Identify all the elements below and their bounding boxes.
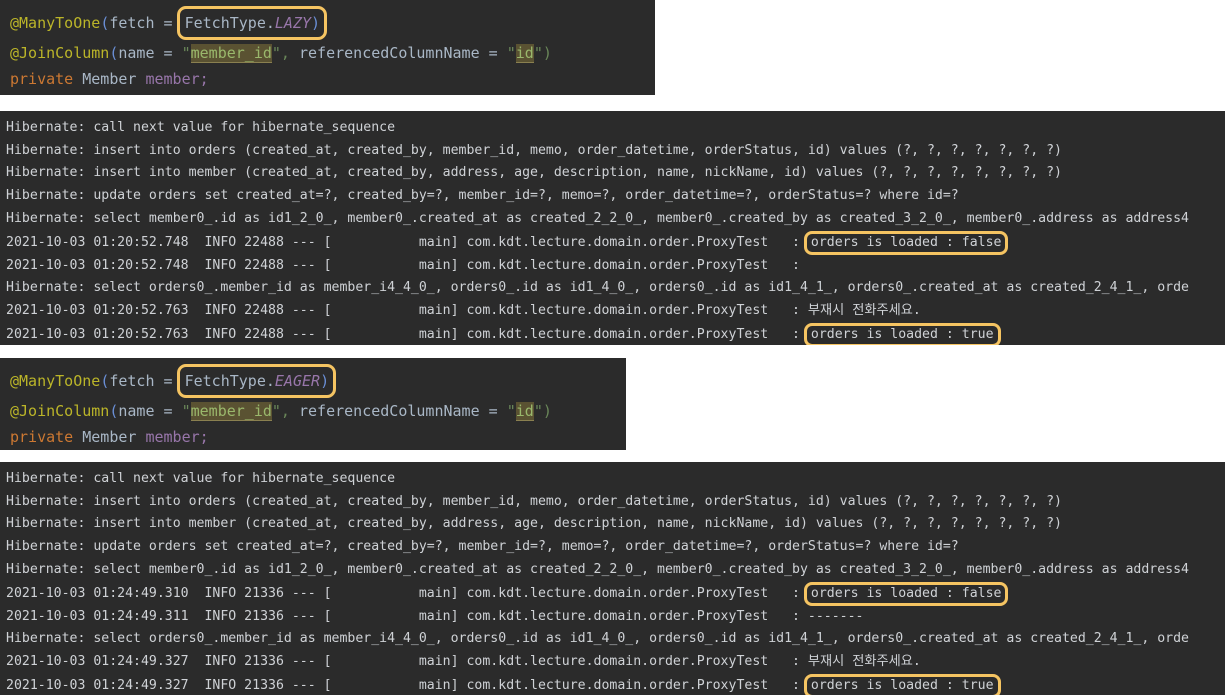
string-mid-token: ", [271,402,299,420]
param-token: referencedColumnName [299,44,480,62]
log-prefix: 2021-10-03 01:20:52.748 INFO 22488 --- [… [6,234,808,250]
annotation-token: @ManyToOne [10,14,101,32]
status-highlight-orders-loaded-false: orders is loaded : false [803,230,1009,255]
paren-token: ) [311,14,321,32]
code-block-lazy: @ManyToOne(fetch = FetchType.LAZY) @Join… [0,0,655,95]
code-line-joincolumn-eager: @JoinColumn(name = "member_id", referenc… [0,398,626,424]
code-line-joincolumn-lazy: @JoinColumn(name = "member_id", referenc… [0,40,655,66]
code-line-field-eager: private Member member; [0,424,626,450]
quote-token: " [181,44,191,62]
keyword-token: private [10,70,74,88]
log-line: Hibernate: call next value for hibernate… [6,120,396,135]
type-token: Member [82,428,137,446]
dot-token: . [265,14,275,32]
type-token: Member [82,70,137,88]
paren-token: ) [320,372,330,390]
log-line: Hibernate: insert into orders (created_a… [6,142,1062,158]
log-prefix: 2021-10-03 01:20:52.763 INFO 22488 --- [… [6,302,808,318]
param-token: name [118,44,155,62]
log-line: Hibernate: insert into member (created_a… [6,165,1062,181]
string-tail-token: ") [533,44,552,62]
keyword-token: private [10,428,74,446]
string-highlight-member-id: member_id [190,44,272,63]
highlight-callout-eager: FetchType.EAGER) [176,364,337,398]
console-output-lazy[interactable]: Hibernate: call next value for hibernate… [0,111,1225,345]
code-block-eager: @ManyToOne(fetch = FetchType.EAGER) @Joi… [0,358,626,450]
string-highlight-id: id [515,44,534,63]
log-line: Hibernate: update orders set created_at=… [6,539,959,555]
screenshot-root: @ManyToOne(fetch = FetchType.LAZY) @Join… [0,0,1225,695]
operator-token: = [479,402,507,420]
param-token: fetch [109,14,155,32]
string-tail-token: ") [533,402,552,420]
param-token: fetch [109,372,155,390]
status-highlight-orders-loaded-false: orders is loaded : false [803,581,1009,606]
log-message-korean: 부재시 전화주세요. [807,302,921,318]
log-prefix: 2021-10-03 01:20:52.748 INFO 22488 --- [… [6,257,808,273]
quote-token: " [181,402,191,420]
code-line-manytoone-lazy: @ManyToOne(fetch = FetchType.LAZY) [0,6,655,40]
log-prefix: 2021-10-03 01:24:49.311 INFO 21336 --- [… [6,608,808,624]
paren-token: ( [100,372,110,390]
log-prefix: 2021-10-03 01:24:49.327 INFO 21336 --- [… [6,653,808,669]
dot-token: . [265,372,275,390]
log-prefix: 2021-10-03 01:20:52.763 INFO 22488 --- [… [6,326,808,342]
log-message-korean: 부재시 전화주세요. [807,653,921,669]
log-line: Hibernate: select member0_.id as id1_2_0… [6,210,1189,226]
log-line: 2021-10-03 01:20:52.748 INFO 22488 --- [… [0,255,1225,278]
log-line-highlighted: 2021-10-03 01:24:49.327 INFO 21336 --- [… [0,673,1225,695]
log-line: 2021-10-03 01:20:52.763 INFO 22488 --- [… [0,300,1225,323]
code-line-field-lazy: private Member member; [0,66,655,92]
field-token: member; [145,428,209,446]
code-line-manytoone-eager: @ManyToOne(fetch = FetchType.EAGER) [0,364,626,398]
log-line: Hibernate: insert into member (created_a… [6,516,1062,532]
log-line-highlighted: 2021-10-03 01:20:52.748 INFO 22488 --- [… [0,230,1225,255]
param-token: name [118,402,155,420]
log-line-highlighted: 2021-10-03 01:24:49.310 INFO 21336 --- [… [0,581,1225,606]
param-token: referencedColumnName [299,402,480,420]
log-separator: ------- [807,608,864,624]
string-highlight-member-id: member_id [190,402,272,421]
class-token: FetchType [184,372,266,390]
constant-token: LAZY [274,14,312,32]
log-line-highlighted: 2021-10-03 01:20:52.763 INFO 22488 --- [… [0,322,1225,345]
highlight-callout-lazy: FetchType.LAZY) [176,6,328,40]
quote-token: " [506,44,516,62]
operator-token: = [479,44,507,62]
paren-token: ( [100,14,110,32]
log-line: Hibernate: call next value for hibernate… [6,471,396,486]
operator-token: = [154,44,182,62]
annotation-token: @ManyToOne [10,372,101,390]
log-line: Hibernate: select orders0_.member_id as … [6,280,1189,296]
log-line: Hibernate: update orders set created_at=… [6,188,959,204]
quote-token: " [506,402,516,420]
console-output-eager[interactable]: Hibernate: call next value for hibernate… [0,462,1225,695]
string-highlight-id: id [515,402,534,421]
class-token: FetchType [184,14,266,32]
string-mid-token: ", [271,44,299,62]
annotation-token: @JoinColumn [10,402,110,420]
annotation-token: @JoinColumn [10,44,110,62]
log-line: Hibernate: select orders0_.member_id as … [6,631,1189,647]
field-token: member; [145,70,209,88]
log-line: Hibernate: select member0_.id as id1_2_0… [6,561,1189,577]
status-highlight-orders-loaded-true: orders is loaded : true [803,322,1001,345]
log-line: 2021-10-03 01:24:49.311 INFO 21336 --- [… [0,606,1225,629]
log-prefix: 2021-10-03 01:24:49.310 INFO 21336 --- [… [6,585,808,601]
status-highlight-orders-loaded-true: orders is loaded : true [803,673,1001,695]
log-prefix: 2021-10-03 01:24:49.327 INFO 21336 --- [… [6,677,808,693]
log-line: Hibernate: insert into orders (created_a… [6,493,1062,509]
log-line: 2021-10-03 01:24:49.327 INFO 21336 --- [… [0,651,1225,674]
constant-token: EAGER [274,372,321,390]
operator-token: = [154,402,182,420]
